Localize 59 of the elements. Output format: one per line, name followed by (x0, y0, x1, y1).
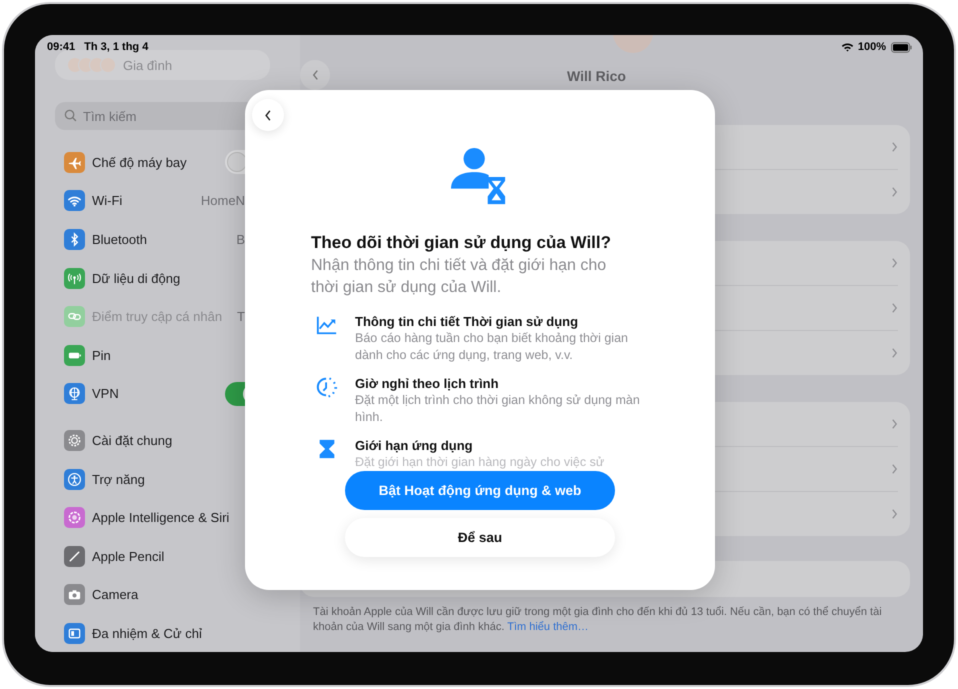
feature-description: Báo cáo hàng tuần cho bạn biết khoảng thời gian dành cho các ứng dụng, trang web, v.v. (355, 330, 629, 364)
battery-icon (891, 42, 912, 52)
chart-icon (316, 314, 338, 336)
status-time: 09:41 (47, 41, 76, 53)
status-date: Th 3, 1 thg 4 (84, 41, 148, 53)
back-button[interactable] (252, 99, 284, 131)
settings-item[interactable]: Apple Pencil (55, 536, 245, 576)
family-label: Gia đình (123, 58, 172, 72)
enable-button[interactable]: Bật Hoạt động ứng dụng & web (345, 471, 615, 510)
settings-item[interactable]: Dữ liệu di động (55, 258, 245, 298)
footer-note: Tài khoản Apple của Will cần được lưu giữ trong một gia đình cho đến khi đủ 13 tuổi. Nếu cần, bạn có thể chuyển tài khoản của Will sang một gia đình khác. Tìm hiểu thêm… (313, 605, 883, 635)
settings-item[interactable]: Camera (55, 576, 245, 614)
item-label: Apple Intelligence & Siri (92, 510, 230, 526)
item-label: Trợ năng (92, 472, 145, 487)
item-label: Dữ liệu di động (92, 270, 180, 286)
chevron-icon (891, 186, 898, 198)
item-label: Đa nhiệm & Cử chỉ (92, 626, 202, 641)
item-value: HomeN (200, 193, 245, 208)
settings-item[interactable]: Pin (55, 336, 245, 375)
back-button[interactable] (300, 60, 330, 90)
feature-description: Đặt một lịch trình cho thời gian không sử dụng màn hình. (355, 392, 641, 426)
settings-item[interactable]: Wi-Fi HomeN (55, 182, 245, 220)
item-label: Wi-Fi (92, 193, 122, 208)
chevron-icon (891, 508, 898, 520)
settings-item[interactable]: Trợ năng (55, 460, 245, 498)
later-button[interactable]: Để sau (345, 518, 615, 557)
clock-icon (316, 376, 338, 398)
item-label: Bluetooth (92, 232, 147, 247)
chevron-icon (891, 257, 898, 269)
feature-title: Giờ nghỉ theo lịch trình (355, 376, 500, 392)
search-icon (64, 109, 77, 122)
settings-item[interactable]: Đa nhiệm & Cử chỉ (55, 614, 245, 652)
feature-title: Thông tin chi tiết Thời gian sử dụng (355, 314, 580, 330)
chevron-icon (891, 302, 898, 314)
chevron-icon (891, 347, 898, 359)
chevron-icon (891, 463, 898, 475)
item-label: VPN (92, 386, 119, 402)
back-icon (310, 68, 320, 82)
item-label: Pin (92, 348, 111, 363)
dialog-subtitle: Nhận thông tin chi tiết và đặt giới hạn cho thời gian sử dụng của Will. (311, 256, 608, 298)
settings-item[interactable]: Apple Intelligence & Siri (55, 498, 245, 537)
item-label: Camera (92, 587, 138, 602)
feature-description: Đặt giới hạn thời gian hàng ngày cho việc sử (355, 454, 606, 471)
item-label: Điểm truy cập cá nhân (92, 309, 222, 324)
item-label: Apple Pencil (92, 548, 164, 564)
profile-name: Will Rico (567, 68, 626, 84)
dialog-title: Theo dõi thời gian sử dụng của Will? (311, 233, 612, 253)
chevron-icon (891, 418, 898, 430)
item-value: B (236, 232, 245, 247)
item-value: T (237, 309, 245, 324)
chevron-icon (891, 141, 898, 153)
wifi-icon (840, 42, 854, 52)
item-label: Chế độ máy bay (92, 154, 187, 170)
settings-item[interactable]: Bluetooth B (55, 220, 245, 259)
battery-level: 100% (858, 41, 886, 53)
back-icon (263, 108, 273, 122)
item-label: Cài đặt chung (92, 432, 172, 448)
feature-title: Giới hạn ứng dụng (355, 438, 474, 454)
settings-item[interactable]: Cài đặt chung (55, 421, 245, 460)
